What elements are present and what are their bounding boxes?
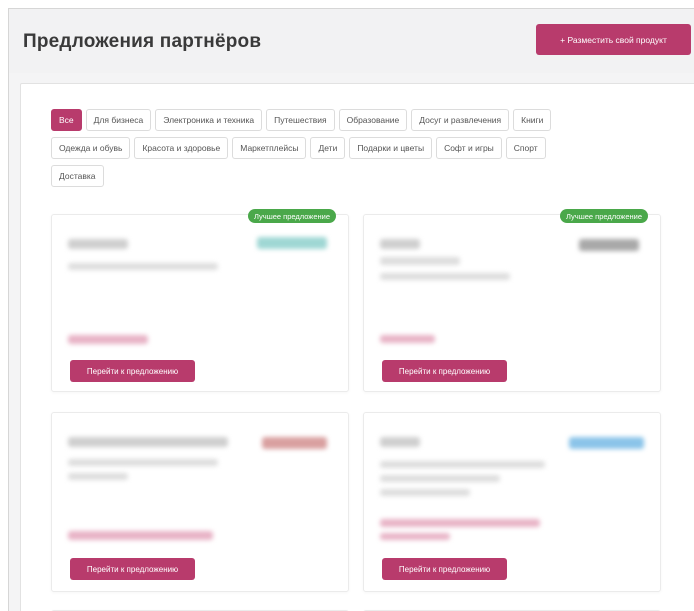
offer-card: Лучшее предложение Перейти к предложению [51,209,349,392]
blurred-offer-text [68,459,218,466]
blurred-partner-logo [569,437,644,449]
blurred-offer-text [380,489,470,496]
blurred-partner-name [68,437,228,447]
blurred-offer-text [380,257,460,265]
blurred-partner-logo [257,237,327,249]
blurred-offer-terms [380,533,450,540]
filter-row: Доставка [51,165,651,187]
filter-chip-electronics[interactable]: Электроника и техника [155,109,263,131]
go-to-offer-button[interactable]: Перейти к предложению [70,360,195,382]
page-title: Предложения партнёров [23,31,262,52]
go-to-offer-button[interactable]: Перейти к предложению [382,360,507,382]
filter-chip-software[interactable]: Софт и игры [436,137,502,159]
filter-chip-beauty[interactable]: Красота и здоровье [134,137,229,159]
app-frame: Предложения партнёров + Разместить свой … [8,8,694,611]
offer-card: Перейти к предложению [51,412,349,592]
place-product-button[interactable]: + Разместить свой продукт [536,24,691,55]
go-to-offer-button[interactable]: Перейти к предложению [70,558,195,580]
best-offer-badge: Лучшее предложение [560,209,648,223]
filter-chip-business[interactable]: Для бизнеса [85,109,152,131]
filter-chip-gifts[interactable]: Подарки и цветы [349,137,433,159]
blurred-partner-name [380,239,420,249]
best-offer-badge: Лучшее предложение [248,209,336,223]
blurred-partner-name [380,437,420,447]
filter-chip-education[interactable]: Образование [338,109,408,131]
filter-chip-travel[interactable]: Путешествия [266,109,335,131]
category-filters: Все Для бизнеса Электроника и техника Пу… [51,109,651,193]
blurred-offer-terms [380,519,540,527]
filter-chip-delivery[interactable]: Доставка [51,165,104,187]
offer-card: Лучшее предложение Перейти к предложению [363,209,661,392]
filter-row: Одежда и обувь Красота и здоровье Маркет… [51,137,651,159]
filter-chip-kids[interactable]: Дети [310,137,346,159]
filter-row: Все Для бизнеса Электроника и техника Пу… [51,109,651,131]
filter-chip-books[interactable]: Книги [513,109,552,131]
blurred-offer-text [68,263,218,270]
go-to-offer-button[interactable]: Перейти к предложению [382,558,507,580]
offer-card: Перейти к предложению [363,412,661,592]
filter-chip-clothing[interactable]: Одежда и обувь [51,137,131,159]
blurred-partner-logo [579,239,639,251]
blurred-offer-terms [68,335,148,344]
blurred-partner-name [68,239,128,249]
blurred-offer-text [68,473,128,480]
blurred-offer-terms [380,335,435,343]
filter-chip-all[interactable]: Все [51,109,82,131]
page-header: Предложения партнёров + Разместить свой … [9,9,694,73]
offers-panel: Все Для бизнеса Электроника и техника Пу… [20,83,694,611]
filter-chip-marketplaces[interactable]: Маркетплейсы [232,137,307,159]
blurred-offer-terms [68,531,213,540]
filter-chip-leisure[interactable]: Досуг и развлечения [411,109,510,131]
blurred-partner-logo [262,437,327,449]
blurred-offer-text [380,461,545,468]
blurred-offer-text [380,475,500,482]
blurred-offer-text [380,273,510,280]
filter-chip-sport[interactable]: Спорт [505,137,546,159]
